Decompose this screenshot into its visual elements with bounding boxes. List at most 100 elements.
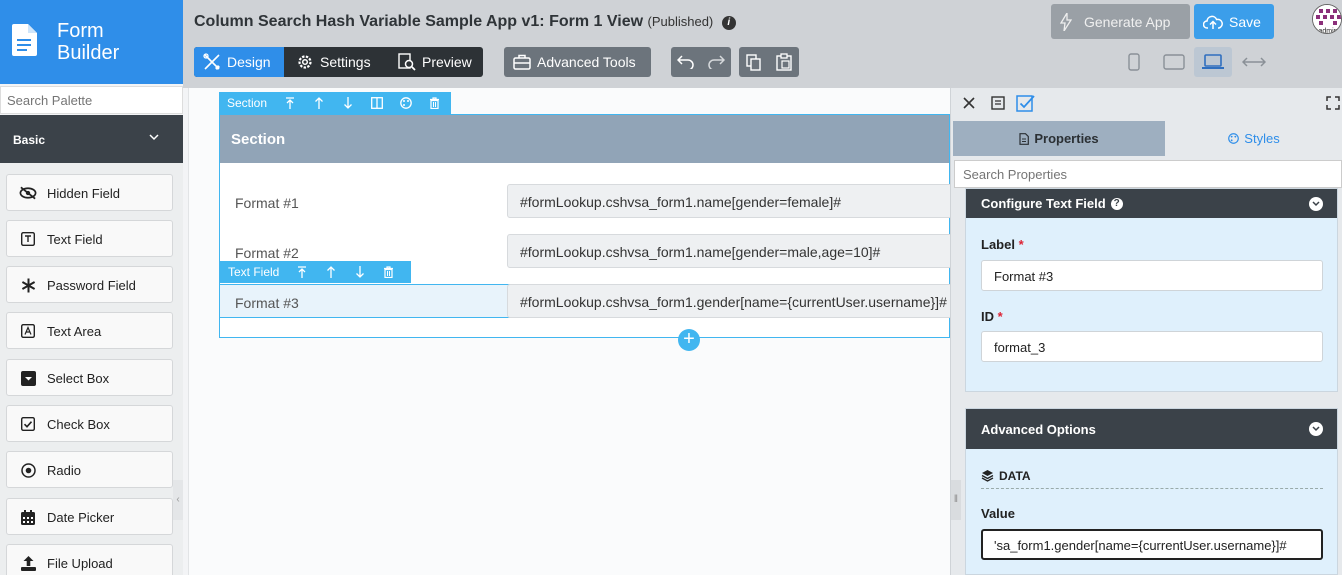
field-move-top-button[interactable] (287, 266, 316, 278)
palette-item-text-field[interactable]: Text Field (6, 220, 173, 257)
palette-item-label: Date Picker (47, 510, 115, 525)
label-field-text: Label (981, 237, 1015, 252)
radio-icon (19, 461, 37, 479)
chevron-down-icon[interactable] (1309, 196, 1323, 211)
id-field-label: ID * (981, 309, 1003, 324)
advanced-options-title: Advanced Options (981, 421, 1096, 437)
settings-label: Settings (320, 54, 371, 70)
value-input[interactable]: 'sa_form1.gender[name={currentUser.usern… (981, 529, 1323, 560)
device-tablet-button[interactable] (1155, 47, 1193, 77)
id-input[interactable]: format_3 (981, 331, 1323, 362)
document-icon (1019, 132, 1030, 145)
palette-item-date-picker[interactable]: Date Picker (6, 498, 173, 535)
chevron-down-icon[interactable] (1309, 422, 1323, 436)
palette-category-label: Basic (13, 133, 46, 147)
toolbox-icon (513, 54, 531, 70)
palette-item-file-upload[interactable]: File Upload (6, 544, 173, 575)
right-panel-resize-handle[interactable]: ‖ (951, 480, 961, 520)
preview-icon (398, 53, 416, 71)
checkbox-checked-icon[interactable] (1016, 94, 1036, 112)
cloud-upload-icon (1203, 15, 1223, 29)
field-input-format-1[interactable]: #formLookup.cshvsa_form1.name[gender=fem… (507, 184, 957, 218)
checkbox-icon (19, 415, 37, 433)
move-down-button[interactable] (333, 97, 362, 109)
generate-app-label: Generate App (1084, 13, 1171, 30)
palette-item-label: File Upload (47, 556, 113, 571)
move-top-button[interactable] (275, 97, 304, 109)
tab-styles[interactable]: Styles (1165, 121, 1342, 156)
palette-search-input[interactable] (0, 86, 183, 114)
required-mark: * (1018, 237, 1024, 252)
lightning-icon (1060, 12, 1072, 31)
avatar[interactable]: admin (1312, 4, 1342, 34)
add-element-button[interactable]: + (678, 329, 700, 351)
arrow-down-icon (343, 97, 352, 109)
laptop-icon (1202, 54, 1224, 69)
settings-button[interactable]: Settings (287, 47, 385, 77)
properties-tabs: Properties Styles (953, 121, 1342, 156)
undo-button[interactable] (671, 47, 701, 77)
id-field-text: ID (981, 309, 994, 324)
field-move-down-button[interactable] (345, 266, 374, 278)
delete-section-button[interactable] (420, 97, 449, 109)
tablet-icon (1163, 54, 1185, 70)
save-button[interactable]: Save (1194, 4, 1274, 39)
advanced-options-header[interactable]: Advanced Options (966, 409, 1337, 449)
device-laptop-button[interactable] (1194, 47, 1232, 77)
palette-item-hidden-field[interactable]: Hidden Field (6, 174, 173, 211)
fullscreen-icon[interactable] (1326, 96, 1340, 110)
tab-styles-label: Styles (1244, 131, 1280, 146)
avatar-text: admin (1318, 28, 1337, 34)
header: Column Search Hash Variable Sample App v… (183, 0, 1342, 88)
section-toolbar: Section (219, 92, 451, 114)
device-fullwidth-button[interactable] (1235, 47, 1273, 77)
field-move-up-button[interactable] (316, 266, 345, 278)
palette-item-select-box[interactable]: Select Box (6, 359, 173, 396)
move-up-button[interactable] (304, 97, 333, 109)
form-section[interactable]: Section Format #1 #formLookup.cshvsa_for… (219, 114, 957, 338)
calendar-icon (19, 508, 37, 526)
field-delete-button[interactable] (374, 266, 403, 278)
palette-item-label: Check Box (47, 417, 110, 432)
palette-item-check-box[interactable]: Check Box (6, 405, 173, 442)
palette-item-password-field[interactable]: Password Field (6, 266, 173, 303)
tab-properties-label: Properties (1034, 131, 1099, 146)
section-header: Section (220, 115, 949, 163)
help-icon[interactable]: ? (1110, 197, 1123, 210)
advanced-tools-button[interactable]: Advanced Tools (504, 47, 651, 77)
layers-icon (981, 470, 994, 482)
palette-icon (1228, 133, 1240, 144)
field-input-format-3[interactable]: #formLookup.cshvsa_form1.gender[name={cu… (507, 284, 957, 318)
device-mobile-button[interactable] (1115, 47, 1153, 77)
generate-app-button[interactable]: Generate App (1051, 4, 1190, 39)
palette-item-radio[interactable]: Radio (6, 451, 173, 488)
palette-item-label: Text Area (47, 324, 102, 339)
field-input-format-2[interactable]: #formLookup.cshvsa_form1.name[gender=mal… (507, 234, 957, 268)
copy-button[interactable] (739, 47, 769, 77)
chevron-down-icon (149, 134, 159, 141)
configure-text-field-header[interactable]: Configure Text Field ? (966, 189, 1337, 218)
design-button[interactable]: Design (194, 47, 284, 77)
text-field-toolbar: Text Field (220, 261, 411, 283)
tab-properties[interactable]: Properties (953, 121, 1165, 156)
save-label: Save (1229, 13, 1261, 30)
palette-item-text-area[interactable]: Text Area (6, 312, 173, 349)
preview-button[interactable]: Preview (389, 47, 483, 77)
style-button[interactable] (391, 97, 420, 109)
value-field-label: Value (981, 506, 1015, 521)
form-view-icon[interactable] (991, 96, 1005, 110)
left-panel-collapse-handle[interactable]: ‹ (173, 480, 183, 520)
select-box-icon (19, 369, 37, 387)
palette-category-basic[interactable]: Basic (0, 115, 183, 163)
design-tools-icon (203, 53, 220, 70)
label-input[interactable]: Format #3 (981, 260, 1323, 291)
close-icon[interactable] (963, 97, 975, 109)
palette-item-label: Password Field (47, 278, 136, 293)
arrow-down-icon (355, 266, 364, 278)
properties-search-input[interactable] (954, 160, 1342, 188)
columns-button[interactable] (362, 97, 391, 109)
info-icon[interactable]: i (721, 16, 736, 30)
redo-button[interactable] (701, 47, 731, 77)
upload-icon (19, 554, 37, 572)
paste-button[interactable] (769, 47, 799, 77)
